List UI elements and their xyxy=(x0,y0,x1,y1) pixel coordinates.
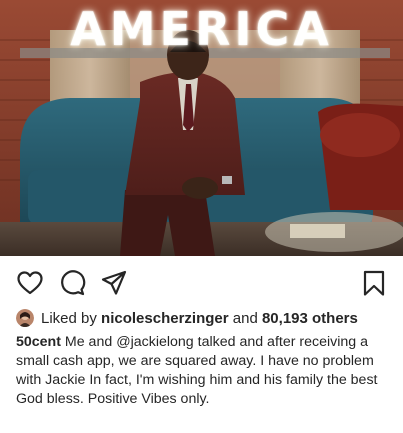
caption-username[interactable]: 50cent xyxy=(16,334,61,350)
liker-username[interactable]: nicolescherzinger xyxy=(101,310,229,327)
paper-plane-icon[interactable] xyxy=(100,269,128,297)
caption-mention[interactable]: @jackielong xyxy=(116,334,194,350)
likes-summary: Liked by nicolescherzinger and 80,193 ot… xyxy=(16,307,358,329)
likes-prefix: Liked by xyxy=(41,309,97,327)
post-caption: 50cent Me and @jackielong talked and aft… xyxy=(16,333,396,409)
caption-text-start: Me and xyxy=(64,334,113,350)
liker-avatar[interactable] xyxy=(16,309,34,327)
post-photo[interactable]: AMERICA xyxy=(0,0,403,256)
instagram-post: AMERICA Liked by nicolescherzinger and 8… xyxy=(0,0,403,433)
likes-connector: and xyxy=(232,309,258,327)
likes-count[interactable]: 80,193 others xyxy=(262,310,358,327)
post-actions xyxy=(0,266,403,300)
bookmark-icon[interactable] xyxy=(360,269,388,297)
heart-icon[interactable] xyxy=(16,269,44,297)
photo-sign-text: AMERICA xyxy=(70,2,333,56)
comment-icon[interactable] xyxy=(58,269,86,297)
